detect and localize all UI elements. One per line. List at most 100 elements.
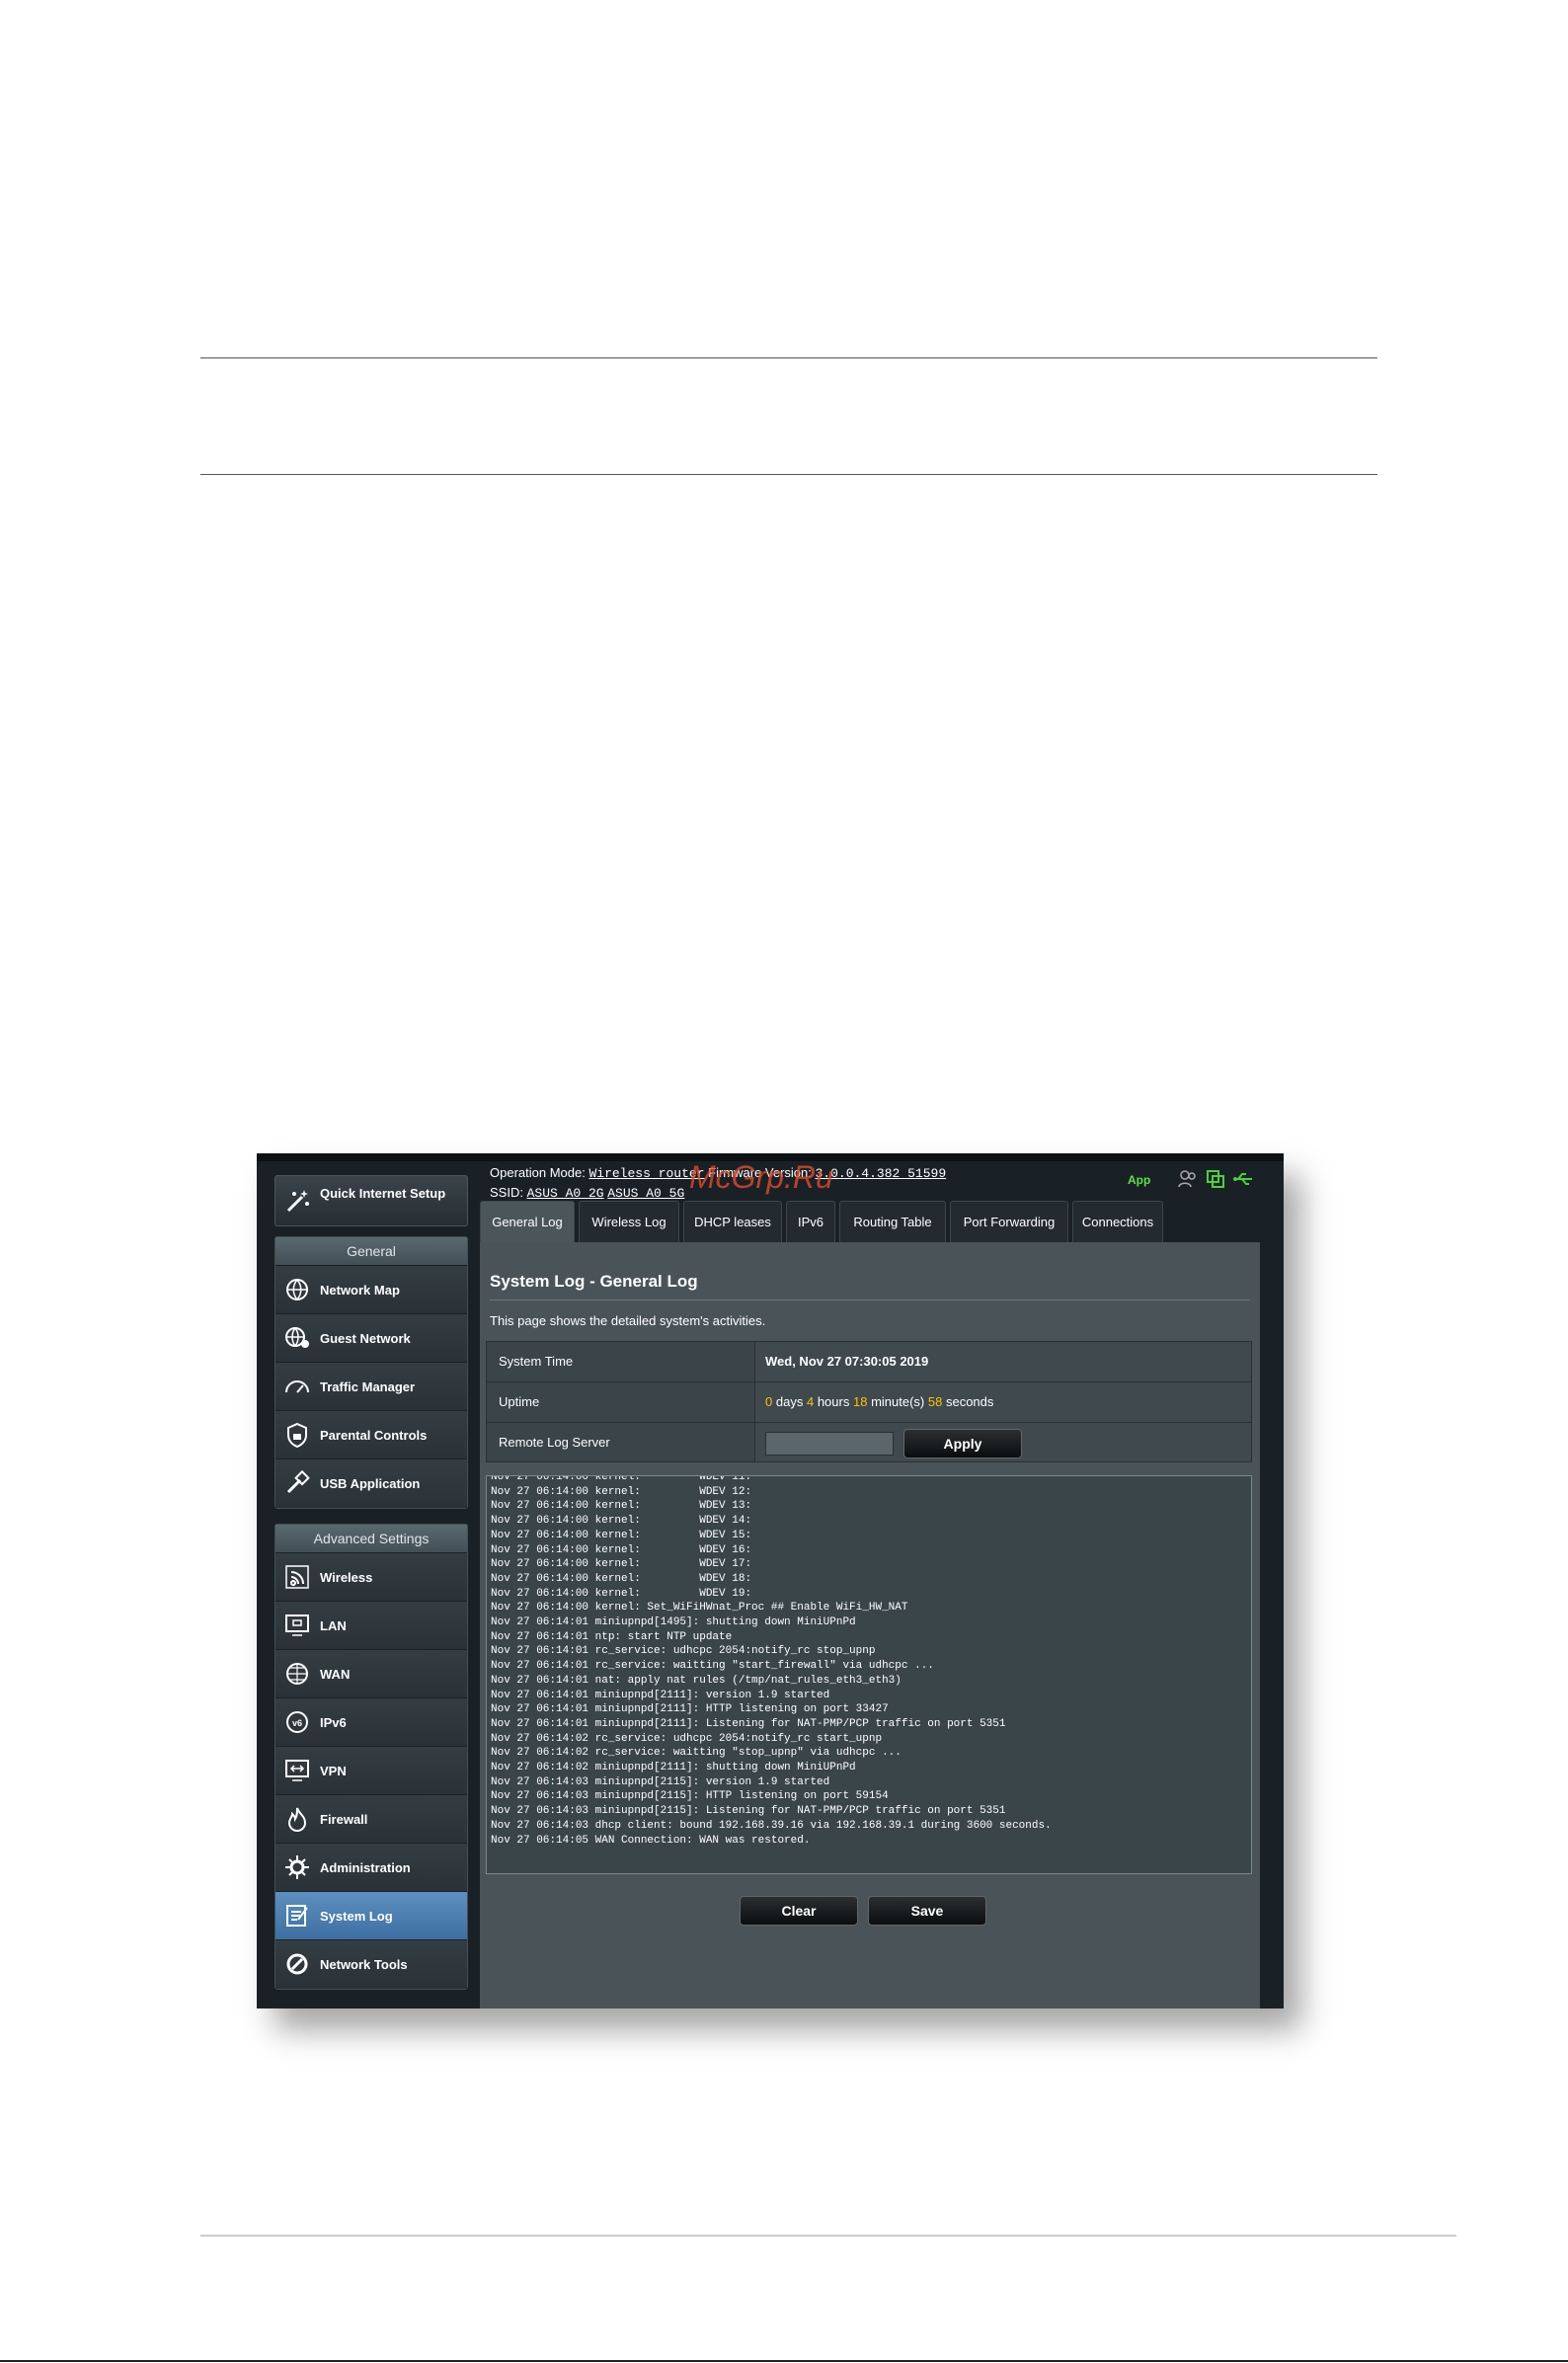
- sidebar-item-label: Guest Network: [320, 1331, 411, 1346]
- remote-log-row: Remote Log Server Apply: [486, 1422, 1252, 1462]
- wan-globe-icon: [286, 1663, 308, 1685]
- tab-ipv6[interactable]: IPv6: [786, 1201, 835, 1242]
- apply-button[interactable]: Apply: [903, 1429, 1022, 1458]
- sidebar-item-administration[interactable]: Administration: [275, 1844, 467, 1892]
- top-rule: [200, 357, 1377, 358]
- log-line: Nov 27 06:14:01 nat: apply nat rules (/t…: [491, 1674, 902, 1687]
- sidebar-item-ipv6[interactable]: v6 IPv6: [275, 1698, 467, 1747]
- log-line: Nov 27 06:14:02 miniupnpd[2111]: shuttin…: [491, 1762, 856, 1773]
- sidebar-item-parental-controls[interactable]: Parental Controls: [275, 1411, 467, 1459]
- tab-connections[interactable]: Connections: [1072, 1201, 1163, 1242]
- log-line: Nov 27 06:14:03 miniupnpd[2115]: HTTP li…: [491, 1790, 889, 1803]
- ssid-5g-link[interactable]: ASUS_A0_5G: [607, 1186, 684, 1201]
- tab-dhcp-leases[interactable]: DHCP leases: [683, 1201, 782, 1242]
- app-link[interactable]: App: [1128, 1173, 1150, 1187]
- sidebar-item-label: Administration: [320, 1860, 411, 1875]
- footer-rule: [200, 2235, 1456, 2237]
- quick-internet-setup-label: Quick Internet Setup: [320, 1186, 446, 1201]
- tab-routing-table[interactable]: Routing Table: [839, 1201, 946, 1242]
- log-line: Nov 27 06:14:00 kernel: WDEV 17:: [491, 1558, 752, 1571]
- log-pencil-icon: [286, 1905, 308, 1927]
- uptime-value: 0 days 4 hours 18 minute(s) 58 seconds: [755, 1382, 1251, 1422]
- log-line: Nov 27 06:14:01 rc_service: udhcpc 2054:…: [491, 1645, 876, 1658]
- tab-port-forwarding[interactable]: Port Forwarding: [950, 1201, 1068, 1242]
- page-title: System Log - General Log: [490, 1272, 698, 1291]
- log-line: Nov 27 06:14:03 dhcp client: bound 192.1…: [491, 1819, 1052, 1832]
- uptime-row: Uptime 0 days 4 hours 18 minute(s) 58 se…: [486, 1381, 1252, 1422]
- log-line: Nov 27 06:14:01 miniupnpd[2111]: Listeni…: [491, 1717, 1006, 1730]
- sidebar-item-label: IPv6: [320, 1715, 347, 1730]
- sidebar-item-traffic-manager[interactable]: Traffic Manager: [275, 1363, 467, 1411]
- tools-gear-icon: [286, 1953, 308, 1975]
- firmware-link[interactable]: 3.0.0.4.382_51599: [816, 1166, 947, 1181]
- ssid-2g-link[interactable]: ASUS_A0_2G: [527, 1186, 604, 1201]
- quick-internet-setup-button[interactable]: Quick Internet Setup: [274, 1175, 468, 1226]
- system-log-textarea[interactable]: Nov 27 06:14:00 kernel: WDEV 11: Nov 27 0…: [486, 1475, 1252, 1874]
- second-rule: [200, 474, 1377, 475]
- log-line: Nov 27 06:14:00 kernel: WDEV 18:: [491, 1572, 752, 1585]
- log-line: Nov 27 06:14:01 miniupnpd[2111]: version…: [491, 1689, 830, 1701]
- general-menu-group: General Network Map Guest Network Traffi…: [274, 1236, 468, 1509]
- log-line: Nov 27 06:14:00 kernel: WDEV 15:: [491, 1529, 752, 1541]
- guest-globe-icon: [285, 1327, 309, 1348]
- sidebar-item-label: WAN: [320, 1667, 351, 1682]
- log-line: Nov 27 06:14:00 kernel: WDEV 11:: [491, 1475, 752, 1483]
- sidebar-item-wan[interactable]: WAN: [275, 1650, 467, 1698]
- usb-icon[interactable]: [1232, 1168, 1254, 1190]
- gear-person-icon: [285, 1855, 309, 1879]
- svg-text:v6: v6: [292, 1718, 302, 1728]
- globe-network-icon: [286, 1279, 308, 1300]
- bottom-rule: [0, 2360, 1568, 2362]
- watermark: McGrp.Ru: [689, 1159, 833, 1195]
- log-line: Nov 27 06:14:01 miniupnpd[1495]: shuttin…: [491, 1616, 856, 1628]
- log-line: Nov 27 06:14:00 kernel: WDEV 14:: [491, 1515, 752, 1528]
- remote-log-value-cell: Apply: [755, 1423, 1251, 1461]
- wand-icon: [286, 1190, 309, 1213]
- sidebar-item-label: LAN: [320, 1618, 347, 1633]
- sidebar-item-lan[interactable]: LAN: [275, 1602, 467, 1650]
- tab-wireless-log[interactable]: Wireless Log: [579, 1201, 679, 1242]
- shield-lock-icon: [287, 1422, 307, 1449]
- clear-button[interactable]: Clear: [740, 1896, 858, 1926]
- log-line: Nov 27 06:14:03 miniupnpd[2115]: version…: [491, 1775, 830, 1788]
- sidebar-item-network-tools[interactable]: Network Tools: [275, 1940, 467, 1989]
- save-button[interactable]: Save: [868, 1896, 986, 1926]
- sidebar-item-guest-network[interactable]: Guest Network: [275, 1314, 467, 1363]
- log-line: Nov 27 06:14:02 rc_service: udhcpc 2054:…: [491, 1732, 883, 1745]
- log-line: Nov 27 06:14:00 kernel: WDEV 19:: [491, 1587, 752, 1600]
- uptime-label: Uptime: [487, 1382, 755, 1422]
- sidebar-item-label: Traffic Manager: [320, 1379, 416, 1394]
- sidebar-item-wireless[interactable]: Wireless: [275, 1553, 467, 1602]
- sidebar-item-label: System Log: [320, 1909, 393, 1924]
- sidebar-item-vpn[interactable]: VPN: [275, 1747, 467, 1795]
- users-icon[interactable]: [1177, 1168, 1199, 1190]
- wifi-icon: [285, 1565, 309, 1589]
- lan-monitor-icon: [285, 1615, 309, 1636]
- system-time-row: System Time Wed, Nov 27 07:30:05 2019: [486, 1341, 1252, 1381]
- system-time-value: Wed, Nov 27 07:30:05 2019: [755, 1342, 1251, 1381]
- usb-puzzle-icon: [286, 1469, 310, 1494]
- tab-general-log[interactable]: General Log: [480, 1201, 575, 1242]
- sidebar-item-label: Wireless: [320, 1570, 373, 1585]
- general-menu-head: General: [275, 1237, 467, 1266]
- sidebar-item-label: Firewall: [320, 1812, 368, 1827]
- sidebar-item-label: Network Map: [320, 1283, 400, 1298]
- remote-log-server-input[interactable]: [765, 1432, 894, 1456]
- log-line: Nov 27 06:14:01 miniupnpd[2111]: HTTP li…: [491, 1703, 889, 1716]
- copy-icon[interactable]: [1205, 1168, 1226, 1190]
- log-line: Nov 27 06:14:00 kernel: WDEV 12:: [491, 1485, 752, 1498]
- log-line: Nov 27 06:14:00 kernel: WDEV 16:: [491, 1543, 752, 1556]
- advanced-menu-group: Advanced Settings Wireless LAN WAN v6 IP…: [274, 1524, 468, 1990]
- sidebar-item-network-map[interactable]: Network Map: [275, 1266, 467, 1314]
- system-time-label: System Time: [487, 1342, 755, 1381]
- sidebar-item-system-log[interactable]: System Log: [275, 1892, 467, 1940]
- sidebar-item-usb-application[interactable]: USB Application: [275, 1459, 467, 1508]
- router-ui-screenshot: Operation Mode: Wireless router Firmware…: [257, 1153, 1284, 2009]
- log-line: Nov 27 06:14:02 rc_service: waitting "st…: [491, 1747, 902, 1760]
- sidebar-item-label: Parental Controls: [320, 1428, 428, 1443]
- log-line: Nov 27 06:14:05 WAN Connection: WAN was …: [491, 1834, 811, 1847]
- sidebar-item-firewall[interactable]: Firewall: [275, 1795, 467, 1844]
- operation-mode-link[interactable]: Wireless router: [588, 1166, 704, 1181]
- flame-icon: [287, 1807, 307, 1832]
- sidebar-item-label: VPN: [320, 1764, 347, 1778]
